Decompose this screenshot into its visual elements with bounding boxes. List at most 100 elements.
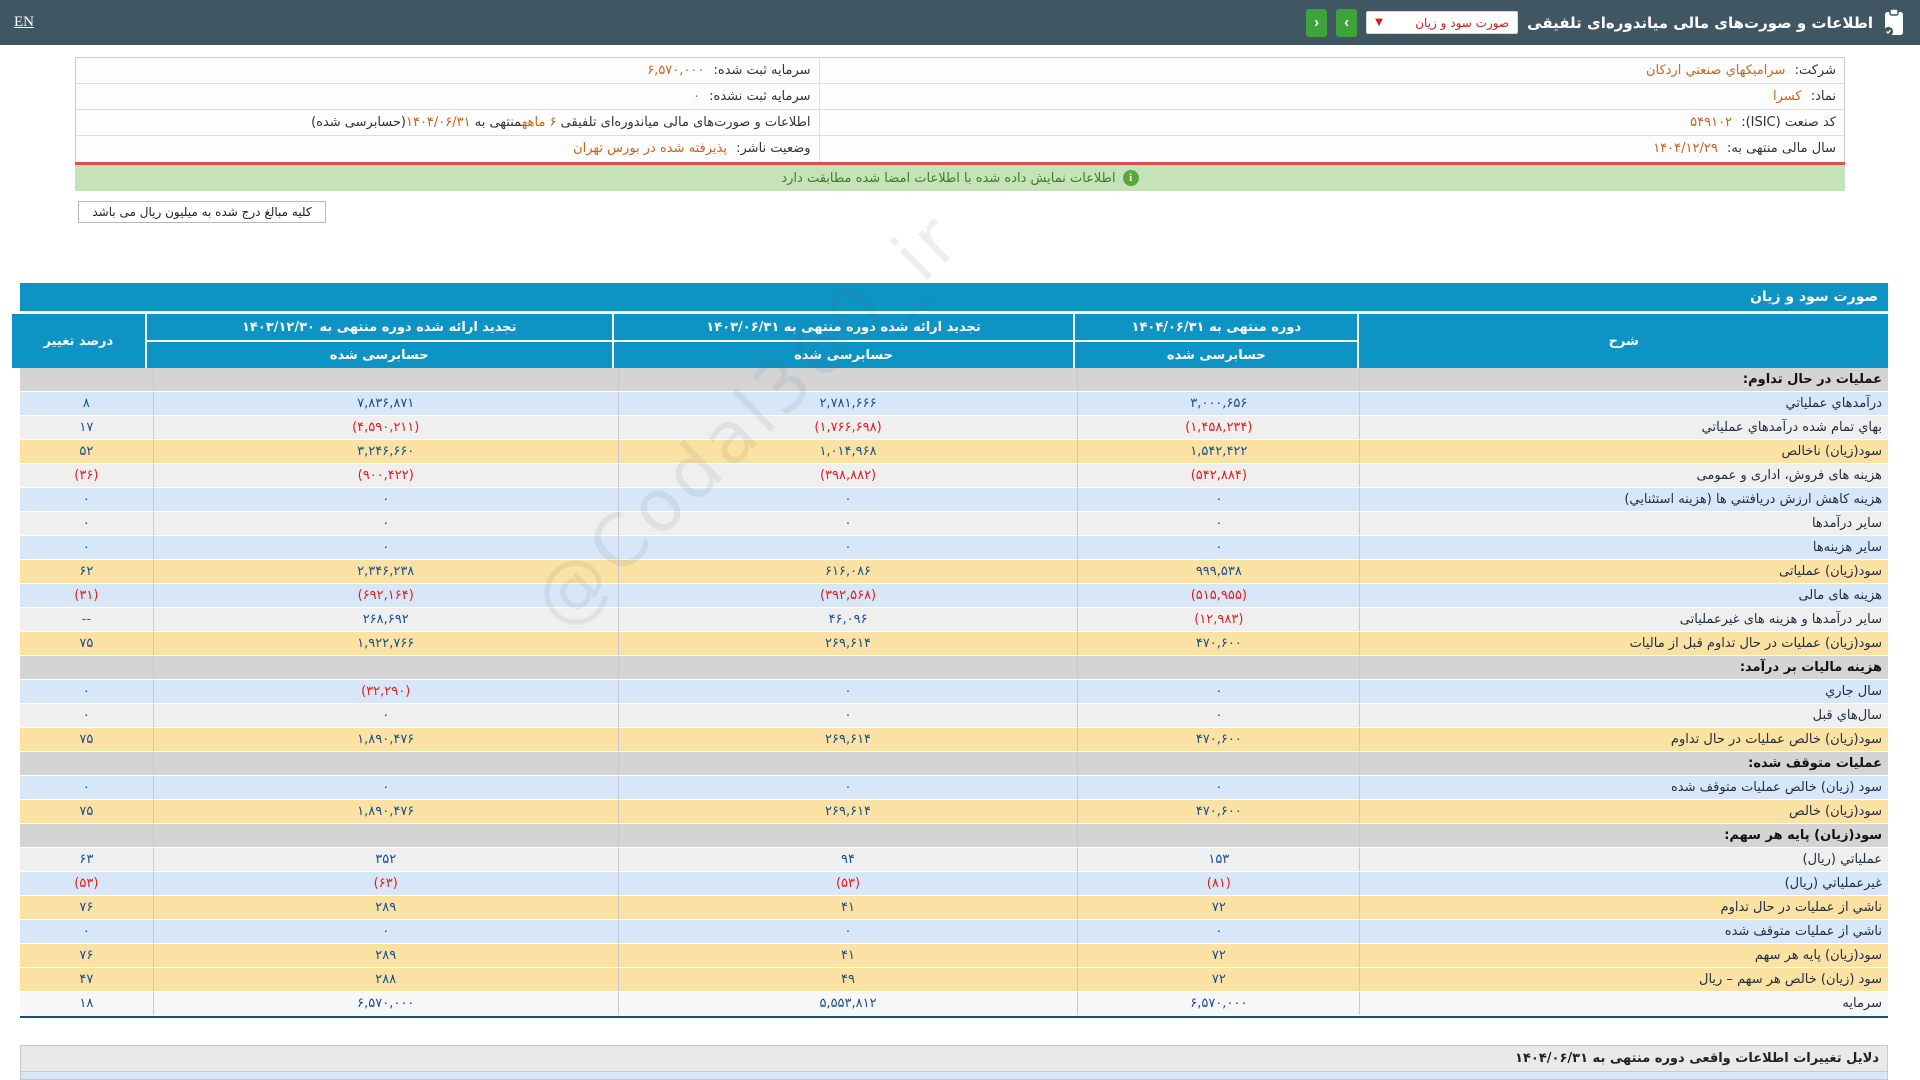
row-value: ۰ [20, 776, 153, 799]
table-row: سود(زیان) خالص۴۷۰,۶۰۰۲۶۹,۶۱۴۱,۸۹۰,۴۷۶۷۵ [20, 800, 1888, 824]
row-value: ۲۸۹ [153, 896, 618, 919]
language-switch-link[interactable]: EN [14, 14, 34, 31]
row-value: ۸ [20, 392, 153, 415]
section-row: عملیات متوقف شده: [20, 752, 1888, 776]
row-value [20, 368, 153, 391]
row-label: هزینه مالیات بر درآمد: [1359, 656, 1888, 679]
row-value: ۰ [20, 680, 153, 703]
row-value: (۱,۷۶۶,۶۹۸) [618, 416, 1078, 439]
row-value [20, 656, 153, 679]
row-value: ۷۲ [1077, 896, 1359, 919]
row-value: (۵۳) [20, 872, 153, 895]
isic-label: کد صنعت (ISIC): [1741, 115, 1836, 130]
table-row: ناشي از عملیات متوقف شده۰۰۰۰ [20, 920, 1888, 944]
row-value: (۶۹۲,۱۶۴) [153, 584, 618, 607]
company-info-table: شرکت: سرامیکهاي صنعتي اردکان سرمایه ثبت … [75, 57, 1845, 163]
row-value: ۰ [20, 536, 153, 559]
row-value: ۳,۰۰۰,۶۵۶ [1077, 392, 1359, 415]
footer-note-title: دلایل تغییرات اطلاعات واقعی دوره منتهی ب… [20, 1045, 1888, 1072]
isic-value: ۵۴۹۱۰۲ [1690, 115, 1737, 130]
registered-capital-value: ۶,۵۷۰,۰۰۰ [647, 63, 709, 78]
row-value: (۵۱۵,۹۵۵) [1077, 584, 1359, 607]
table-row: سود (زیان) خالص عملیات متوقف شده۰۰۰۰ [20, 776, 1888, 800]
row-value: ۷۵ [20, 728, 153, 751]
next-report-button[interactable]: › [1336, 9, 1357, 37]
row-value: (۸۱) [1077, 872, 1359, 895]
row-value: ۰ [20, 704, 153, 727]
row-value: (۳۱) [20, 584, 153, 607]
row-value: (۶۳) [153, 872, 618, 895]
row-value: ۴۱ [618, 896, 1078, 919]
row-value: ۴۷۰,۶۰۰ [1077, 800, 1359, 823]
row-value: ۶۳ [20, 848, 153, 871]
audited-subheader-1: حسابرسی شده [1075, 342, 1357, 368]
info-row-2: نماد: کسرا سرمایه ثبت نشده: ۰ [76, 84, 1844, 110]
row-value: ۹۴ [618, 848, 1078, 871]
symbol-label: نماد: [1811, 89, 1836, 104]
section-row: عملیات در حال تداوم: [20, 368, 1888, 392]
row-value: ۲,۷۸۱,۶۶۶ [618, 392, 1078, 415]
row-label: سود(زیان) پایه هر سهم: [1359, 824, 1888, 847]
row-value: ۰ [618, 776, 1078, 799]
row-value [1077, 656, 1359, 679]
row-value [153, 368, 618, 391]
row-value: ۰ [1077, 536, 1359, 559]
table-row: سود(زیان) ناخالص۱,۵۴۲,۴۲۲۱,۰۱۴,۹۶۸۳,۲۴۶,… [20, 440, 1888, 464]
row-value: ۰ [1077, 512, 1359, 535]
row-value: (۳۹۲,۵۶۸) [618, 584, 1078, 607]
top-bar: اطلاعات و صورت‌های مالی میاندوره‌ای تلفی… [0, 0, 1920, 45]
row-value: ۱,۰۱۴,۹۶۸ [618, 440, 1078, 463]
row-value: ۱,۸۹۰,۴۷۶ [153, 728, 618, 751]
row-value [1077, 368, 1359, 391]
row-value: ۴۷ [20, 968, 153, 991]
row-label: سود(زیان) خالص عملیات در حال تداوم [1359, 728, 1888, 751]
table-row: سایر درآمدها و هزینه های غیرعملیاتی(۱۲,۹… [20, 608, 1888, 632]
info-icon: i [1123, 170, 1139, 186]
row-label: درآمدهاي عملیاتي [1359, 392, 1888, 415]
table-row: درآمدهاي عملیاتي۳,۰۰۰,۶۵۶۲,۷۸۱,۶۶۶۷,۸۳۶,… [20, 392, 1888, 416]
prev-report-button[interactable]: ‹ [1306, 9, 1327, 37]
report-type-dropdown[interactable]: صورت سود و زیان ▼ [1366, 11, 1518, 34]
table-row: عملیاتي (ریال)۱۵۳۹۴۳۵۲۶۳ [20, 848, 1888, 872]
row-value: ۰ [1077, 680, 1359, 703]
row-value: ۶۲ [20, 560, 153, 583]
row-label: سود (زیان) خالص عملیات متوقف شده [1359, 776, 1888, 799]
row-value: ۰ [153, 488, 618, 511]
row-label: عملیات متوقف شده: [1359, 752, 1888, 775]
row-value: ۴۶,۰۹۶ [618, 608, 1078, 631]
row-value: (۱,۴۵۸,۲۳۴) [1077, 416, 1359, 439]
row-value: ۲۸۸ [153, 968, 618, 991]
column-header-period-current: دوره منتهی به ۱۴۰۴/۰۶/۳۱ [1075, 314, 1357, 340]
row-value: ۱۵۳ [1077, 848, 1359, 871]
footer-note-section: دلایل تغییرات اطلاعات واقعی دوره منتهی ب… [20, 1045, 1888, 1080]
row-value: ۰ [153, 920, 618, 943]
row-label: بهاي تمام شده درآمدهاي عملیاتي [1359, 416, 1888, 439]
issuer-status-label: وضعیت ناشر: [736, 141, 810, 156]
table-row: سایر هزینه‌ها۰۰۰۰ [20, 536, 1888, 560]
row-value: (۳۲,۲۹۰) [153, 680, 618, 703]
row-label: ناشي از عملیات متوقف شده [1359, 920, 1888, 943]
audited-subheader-2: حسابرسی شده [614, 342, 1074, 368]
row-value: ۵,۵۵۳,۸۱۲ [618, 992, 1078, 1015]
row-value: ۶,۵۷۰,۰۰۰ [1077, 992, 1359, 1015]
income-statement-table: صورت سود و زیان شرح دوره منتهی به ۱۴۰۴/۰… [20, 283, 1888, 1018]
row-value [20, 752, 153, 775]
row-value: ۰ [618, 488, 1078, 511]
table-header: شرح دوره منتهی به ۱۴۰۴/۰۶/۳۱ تجدید ارائه… [20, 314, 1888, 368]
audited-subheader-3: حسابرسی شده [147, 342, 612, 368]
row-value: ۳۵۲ [153, 848, 618, 871]
row-value [1077, 824, 1359, 847]
row-value: ۰ [618, 536, 1078, 559]
row-value: ۲,۳۴۶,۲۳۸ [153, 560, 618, 583]
table-row: هزینه کاهش ارزش دریافتني ها (هزینه استثن… [20, 488, 1888, 512]
table-row: هزینه های مالی(۵۱۵,۹۵۵)(۳۹۲,۵۶۸)(۶۹۲,۱۶۴… [20, 584, 1888, 608]
fiscal-year-value: ۱۴۰۴/۱۲/۲۹ [1653, 141, 1723, 156]
row-value: ۰ [20, 512, 153, 535]
row-value: (۵۴۲,۸۸۴) [1077, 464, 1359, 487]
row-label: سرمایه [1359, 992, 1888, 1015]
row-value: ۷,۸۳۶,۸۷۱ [153, 392, 618, 415]
row-label: هزینه های مالی [1359, 584, 1888, 607]
info-row-3: کد صنعت (ISIC): ۵۴۹۱۰۲ اطلاعات و صورت‌ها… [76, 110, 1844, 136]
section-row: سود(زیان) پایه هر سهم: [20, 824, 1888, 848]
row-value: ۷۵ [20, 800, 153, 823]
